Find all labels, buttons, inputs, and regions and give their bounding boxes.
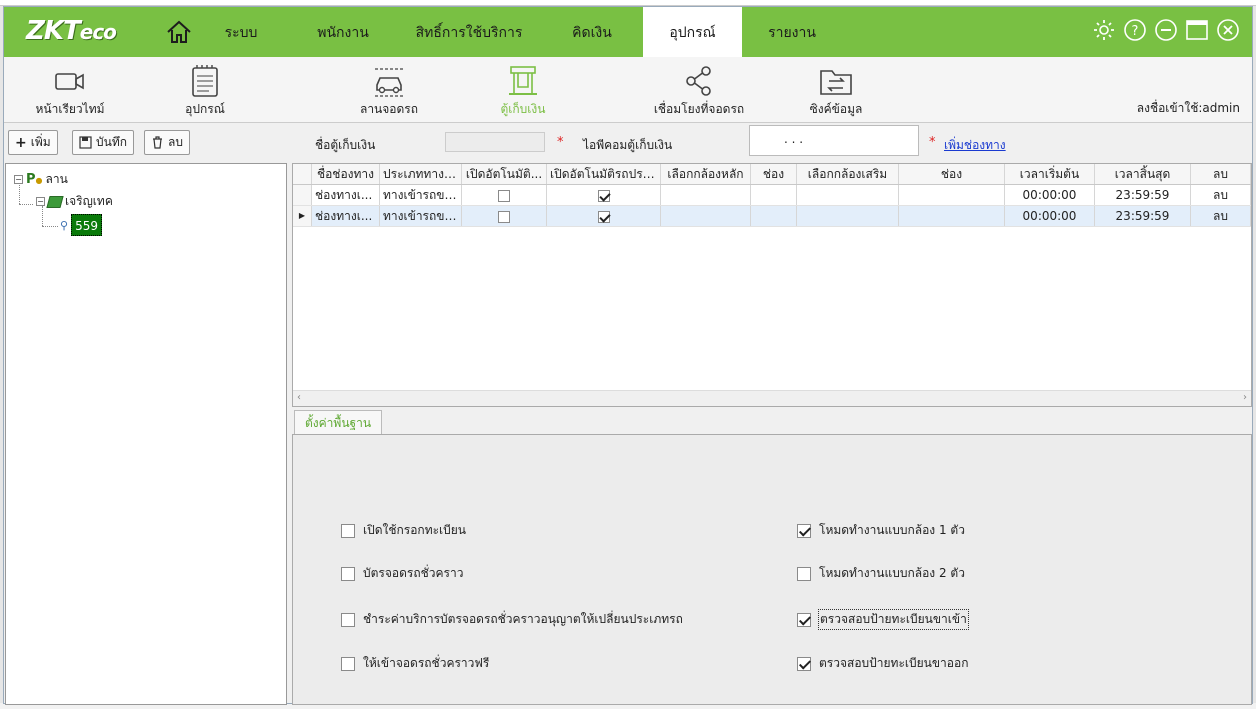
col-channel-1[interactable]: ช่อง xyxy=(751,164,797,184)
col-lane-name[interactable]: ชื่อช่องทาง xyxy=(312,164,380,184)
row-delete-link[interactable]: ลบ xyxy=(1191,206,1251,226)
row-delete-link[interactable]: ลบ xyxy=(1191,185,1251,205)
brand-logo: ZKTeco xyxy=(26,16,117,46)
lane-grid: ชื่อช่องทาง ประเภททางเ... เปิดอัตโนมัติ.… xyxy=(292,163,1252,407)
col-delete[interactable]: ลบ xyxy=(1191,164,1251,184)
current-row-arrow-icon[interactable]: ▶ xyxy=(293,206,312,226)
settings-tabstrip: ตั้งค่าพื้นฐาน xyxy=(292,407,1252,435)
col-lane-type[interactable]: ประเภททางเ... xyxy=(380,164,462,184)
nav-item-system[interactable]: ระบบ xyxy=(202,7,280,57)
svg-text:?: ? xyxy=(1132,24,1139,39)
parking-tree: − P● ลาน − เจริญเทค ⚲ 559 xyxy=(5,163,287,705)
option-one-camera-mode[interactable]: โหมดทำงานแบบกล้อง 1 ตัว xyxy=(797,521,965,540)
col-auto-open-regular[interactable]: เปิดอัตโนมัติรถประจำ xyxy=(547,164,661,184)
option-enable-plate-entry[interactable]: เปิดใช้กรอกทะเบียน xyxy=(341,521,466,540)
tree-node-site[interactable]: − เจริญเทค xyxy=(36,192,113,211)
option-check-entry-plate[interactable]: ตรวจสอบป้ายทะเบียนขาเข้า xyxy=(797,609,969,630)
option-temporary-card[interactable]: บัตรจอดรถชั่วคราว xyxy=(341,564,463,583)
nav-item-report[interactable]: รายงาน xyxy=(752,7,832,57)
option-check-exit-plate[interactable]: ตรวจสอบป้ายทะเบียนขาออก xyxy=(797,654,968,673)
booth-ip-input[interactable]: . . . xyxy=(749,125,919,156)
toolbar-parking-lot-button[interactable]: ลานจอดรถ xyxy=(344,57,434,123)
toolbar-parking-link-button[interactable]: เชื่อมโยงที่จอดรถ xyxy=(644,57,754,123)
tree-node-root[interactable]: − P● ลาน xyxy=(14,170,68,189)
scroll-left-icon[interactable]: ‹ xyxy=(297,392,301,403)
booth-ip-label: ไอพีคอมตู้เก็บเงิน xyxy=(583,138,673,152)
option-allow-change-vehicle-type[interactable]: ชำระค่าบริการบัตรจอดรถชั่วคราวอนุญาตให้เ… xyxy=(341,610,683,629)
parking-root-icon: P● xyxy=(26,172,43,187)
check-exit-plate-checkbox[interactable] xyxy=(797,656,811,671)
add-lane-link[interactable]: เพิ่มช่องทาง xyxy=(944,136,1006,155)
add-button[interactable]: + เพิ่ม xyxy=(8,130,58,155)
booth-name-label: ชื่อตู้เก็บเงิน xyxy=(315,138,376,152)
toolbar-device-button[interactable]: อุปกรณ์ xyxy=(164,57,246,123)
auto-open-checkbox[interactable] xyxy=(498,210,510,223)
col-auto-open[interactable]: เปิดอัตโนมัติ... xyxy=(462,164,547,184)
nav-item-employee[interactable]: พนักงาน xyxy=(302,7,384,57)
auto-open-regular-checkbox[interactable] xyxy=(597,189,610,202)
delete-button[interactable]: ลบ xyxy=(144,130,190,155)
row-header[interactable] xyxy=(293,185,312,205)
horizontal-scrollbar[interactable]: ‹ › xyxy=(293,390,1251,406)
temporary-card-checkbox[interactable] xyxy=(341,566,355,581)
left-toolbar: + เพิ่ม บันทึก ลบ xyxy=(4,125,288,161)
device-icon xyxy=(192,65,218,97)
option-two-camera-mode[interactable]: โหมดทำงานแบบกล้อง 2 ตัว xyxy=(797,564,965,583)
auto-open-checkbox[interactable] xyxy=(498,189,510,202)
toolbar-sync-button[interactable]: ซิงค์ข้อมูล xyxy=(794,57,878,123)
share-icon xyxy=(686,66,711,96)
parking-lot-icon xyxy=(375,68,403,97)
col-main-camera[interactable]: เลือกกล้องหลัก xyxy=(661,164,751,184)
check-entry-plate-checkbox[interactable] xyxy=(797,612,811,627)
booth-form-header: ชื่อตู้เก็บเงิน * ไอพีคอมตู้เก็บเงิน . .… xyxy=(291,125,1252,163)
one-camera-mode-checkbox[interactable] xyxy=(797,523,811,538)
device-toolbar: หน้าเรียวไทม์ อุปกรณ์ ลานจอดรถ ตู้เก็บเง… xyxy=(4,57,1252,123)
col-channel-2[interactable]: ช่อง xyxy=(899,164,1005,184)
plus-icon: + xyxy=(15,134,27,151)
minimize-icon[interactable] xyxy=(1154,18,1178,42)
collapse-toggle-icon[interactable]: − xyxy=(36,197,45,206)
camera-icon xyxy=(55,73,84,90)
help-icon[interactable]: ? xyxy=(1123,18,1147,42)
site-icon xyxy=(46,195,64,208)
maximize-icon[interactable] xyxy=(1185,18,1209,42)
close-icon[interactable] xyxy=(1216,18,1240,42)
floppy-disk-icon xyxy=(79,136,92,149)
sync-folder-icon xyxy=(820,70,852,95)
two-camera-mode-checkbox[interactable] xyxy=(797,566,811,581)
collapse-toggle-icon[interactable]: − xyxy=(14,175,23,184)
settings-gear-icon[interactable] xyxy=(1092,18,1116,42)
nav-item-billing[interactable]: คิดเงิน xyxy=(552,7,632,57)
login-status: ลงชื่อเข้าใช้:admin xyxy=(1136,101,1240,115)
toolbar-booth-button[interactable]: ตู้เก็บเงิน xyxy=(484,57,562,123)
option-free-temporary-entry[interactable]: ให้เข้าจอดรถชั่วคราวฟรี xyxy=(341,654,489,673)
grid-header: ชื่อช่องทาง ประเภททางเ... เปิดอัตโนมัติ.… xyxy=(293,164,1251,185)
network-node-icon: ⚲ xyxy=(60,218,69,232)
scroll-right-icon[interactable]: › xyxy=(1243,392,1247,403)
required-mark-ip: * xyxy=(929,135,936,150)
top-nav-bar: ZKTeco ระบบ พนักงาน สิทธิ์การใช้บริการ ค… xyxy=(4,7,1252,57)
trash-icon xyxy=(153,136,162,149)
save-button[interactable]: บันทึก xyxy=(72,130,134,155)
nav-item-service-rights[interactable]: สิทธิ์การใช้บริการ xyxy=(404,7,534,57)
booth-icon xyxy=(509,66,537,95)
col-end-time[interactable]: เวลาสิ้นสุด xyxy=(1095,164,1191,184)
allow-change-vehicle-type-checkbox[interactable] xyxy=(341,612,355,627)
basic-settings-panel: เปิดใช้กรอกทะเบียน บัตรจอดรถชั่วคราว ชำร… xyxy=(292,434,1252,705)
home-icon[interactable] xyxy=(164,17,194,47)
booth-name-input[interactable] xyxy=(445,132,545,152)
free-temporary-entry-checkbox[interactable] xyxy=(341,656,355,671)
nav-item-device[interactable]: อุปกรณ์ xyxy=(643,7,742,57)
table-row[interactable]: ช่องทางเ... ทางเข้ารถขน... 00:00:00 23:5… xyxy=(293,185,1251,206)
enable-plate-entry-checkbox[interactable] xyxy=(341,523,355,538)
col-aux-camera[interactable]: เลือกกล้องเสริม xyxy=(797,164,899,184)
tab-basic-settings[interactable]: ตั้งค่าพื้นฐาน xyxy=(294,410,383,435)
app-window: ZKTeco ระบบ พนักงาน สิทธิ์การใช้บริการ ค… xyxy=(3,6,1253,705)
required-mark: * xyxy=(557,135,564,150)
col-start-time[interactable]: เวลาเริ่มต้น xyxy=(1005,164,1095,184)
auto-open-regular-checkbox[interactable] xyxy=(597,210,610,223)
toolbar-live-view-button[interactable]: หน้าเรียวไทม์ xyxy=(24,57,116,123)
table-row[interactable]: ▶ ช่องทางเ... ทางเข้ารถขน... 00:00:00 23… xyxy=(293,206,1251,227)
tree-node-booth[interactable]: ⚲ 559 xyxy=(60,214,102,236)
